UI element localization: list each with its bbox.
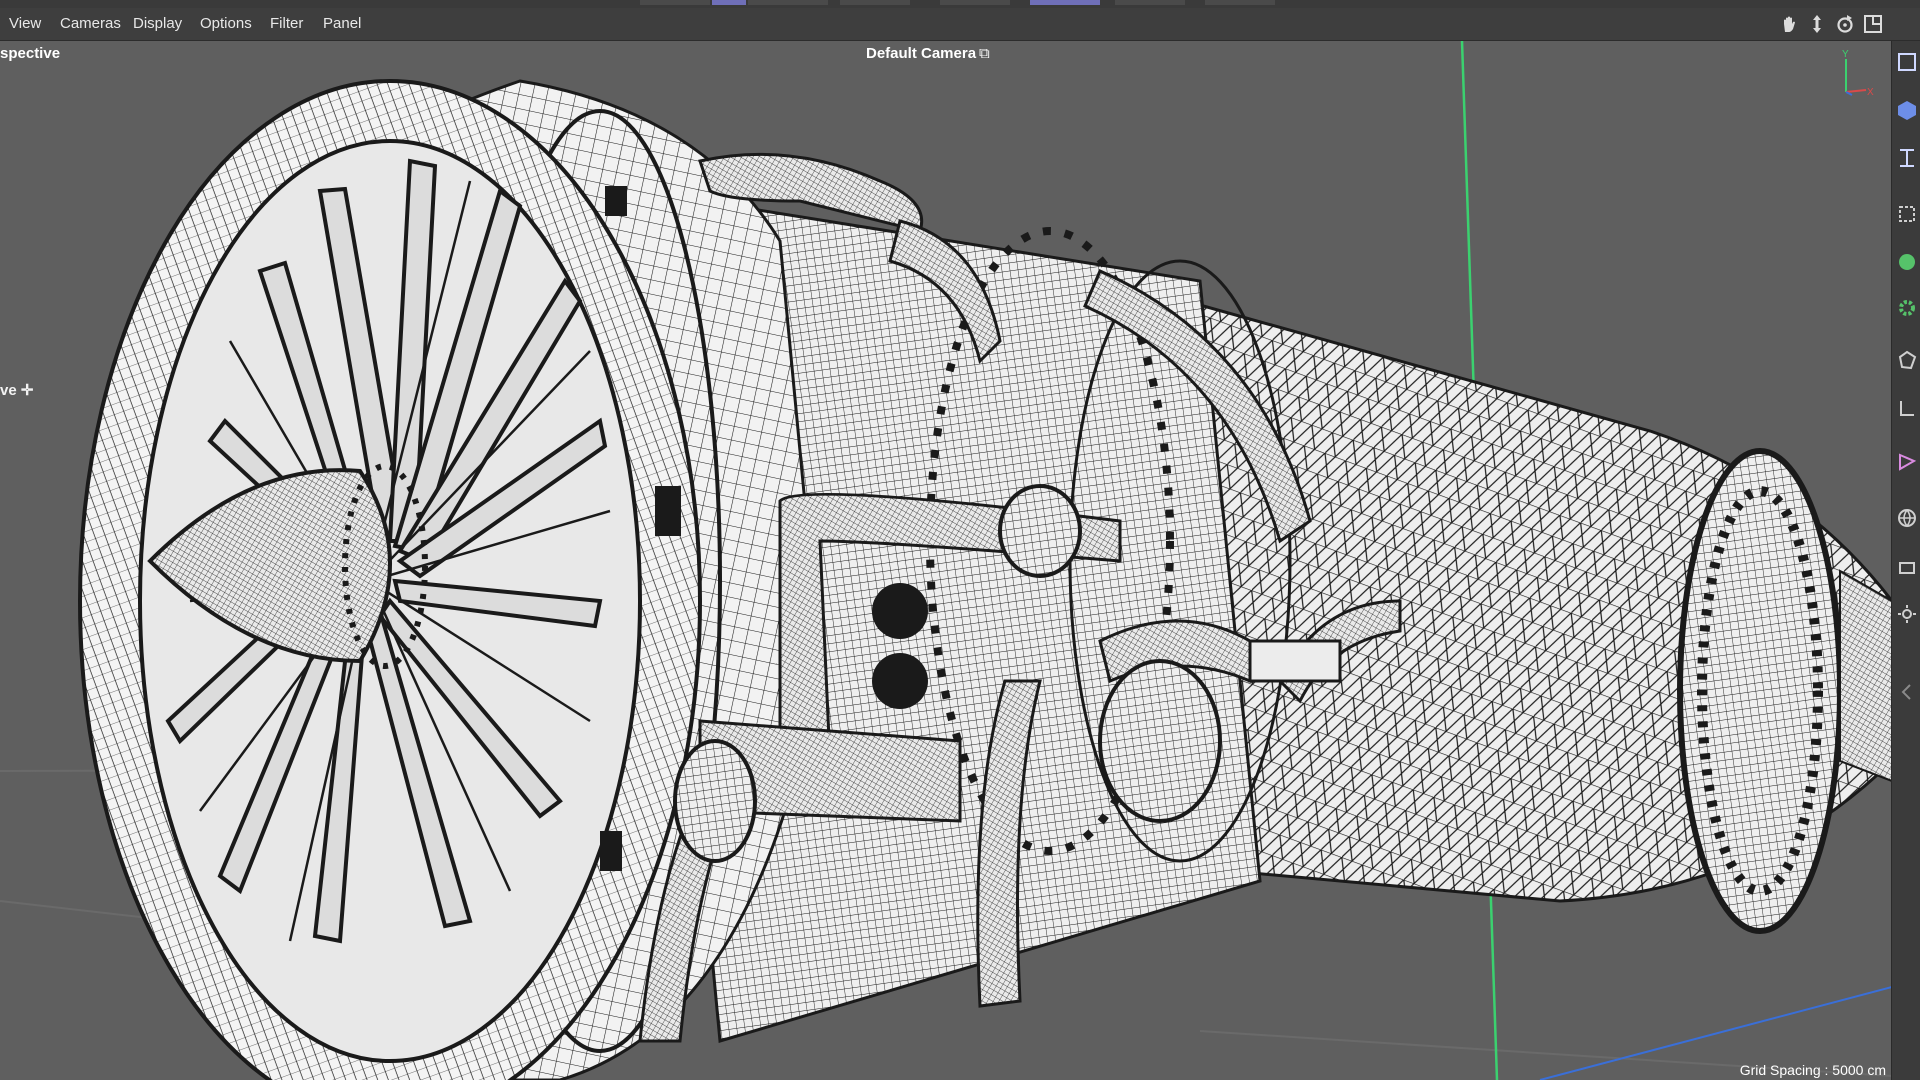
maximize-view-icon[interactable] [1862, 13, 1884, 35]
camera-link-icon[interactable]: ⧉ [979, 45, 990, 62]
spline-green-icon[interactable] [1896, 251, 1918, 273]
select-icon[interactable] [1896, 203, 1918, 225]
edge-icon[interactable] [1896, 451, 1918, 473]
menu-display[interactable]: Display [127, 8, 188, 40]
cube-solid-icon[interactable] [1896, 99, 1918, 121]
cube-outline-icon[interactable] [1896, 51, 1918, 73]
pan-hand-icon[interactable] [1778, 13, 1800, 35]
jet-engine-wireframe-render [0, 41, 1892, 1080]
point-icon[interactable] [1896, 397, 1918, 419]
rotate-icon[interactable] [1834, 13, 1856, 35]
polygon-icon[interactable] [1896, 349, 1918, 371]
grid-spacing-label: Grid Spacing : 5000 cm [1739, 1062, 1886, 1078]
move-cross-icon: ✛ [20, 382, 34, 399]
viewport-navigation-icons [1778, 8, 1884, 40]
light-icon[interactable] [1896, 603, 1918, 625]
projection-label[interactable]: spective [0, 45, 60, 62]
axis-x-label: X [1867, 87, 1874, 98]
move-label-text: ve [0, 382, 17, 399]
menu-filter[interactable]: Filter [264, 8, 309, 40]
menu-cameras[interactable]: Cameras [54, 8, 127, 40]
move-arrows-icon[interactable] [1806, 13, 1828, 35]
camera-label[interactable]: Default Camera ⧉ [866, 45, 990, 62]
camera-name: Default Camera [866, 45, 977, 62]
viewport-menu-bar: View Cameras Display Options Filter Pane… [0, 8, 1920, 41]
cinema4d-window: View Cameras Display Options Filter Pane… [0, 0, 1920, 1080]
axis-y-label: Y [1842, 49, 1849, 60]
menu-view[interactable]: View [3, 8, 47, 40]
bend-icon[interactable] [1896, 147, 1918, 169]
collapse-icon[interactable] [1896, 681, 1918, 703]
gear-green-icon[interactable] [1896, 297, 1918, 319]
layer-icon[interactable] [1896, 557, 1918, 579]
3d-viewport[interactable]: spective Default Camera ⧉ ve ✛ Grid Spaci… [0, 41, 1892, 1080]
top-toolbar-strip [0, 0, 1920, 8]
menu-panel[interactable]: Panel [317, 8, 367, 40]
globe-icon[interactable] [1896, 507, 1918, 529]
menu-options[interactable]: Options [194, 8, 258, 40]
axis-gizmo: Y X [1842, 49, 1874, 98]
right-tool-palette [1891, 41, 1920, 1080]
move-tool-label: ve ✛ [0, 381, 33, 399]
